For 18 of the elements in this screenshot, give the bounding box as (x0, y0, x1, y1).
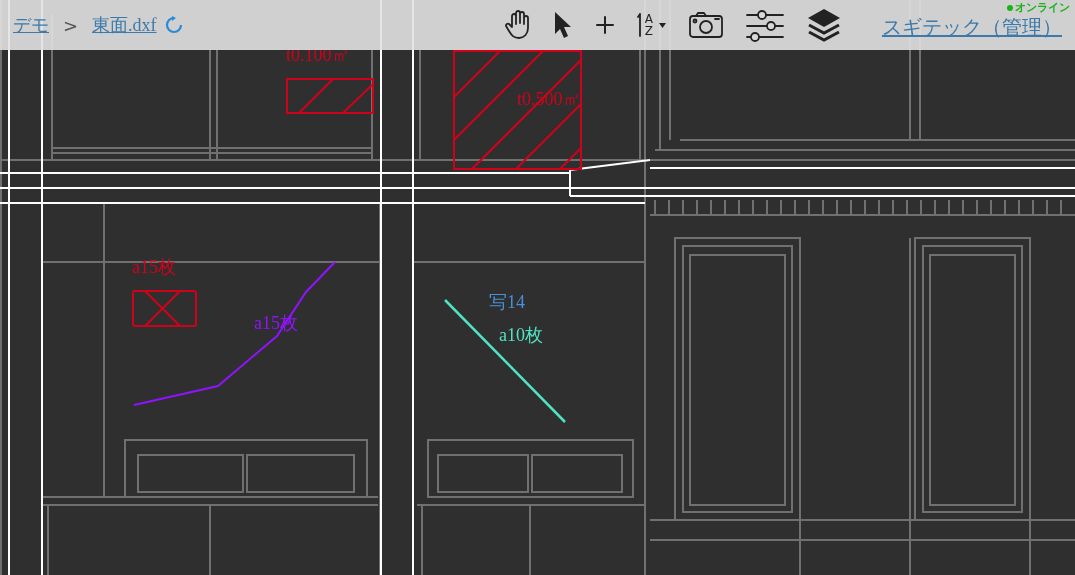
markup-label: 写14 (489, 293, 525, 311)
breadcrumb-separator: > (63, 13, 79, 38)
markup-label: t0.100㎡ (286, 46, 350, 64)
sliders-icon[interactable] (746, 7, 784, 43)
pointer-icon[interactable] (552, 10, 573, 40)
markup-label: a10枚 (499, 326, 543, 344)
caret-icon (659, 22, 666, 28)
arrow-icon (636, 12, 643, 38)
user-link[interactable]: スギテック（管理） (882, 12, 1062, 42)
markup-label: a15枚 (132, 258, 176, 276)
hand-icon[interactable] (504, 10, 531, 40)
layers-icon[interactable] (806, 7, 842, 43)
status-text: オンライン (1015, 1, 1070, 14)
plus-icon[interactable] (594, 15, 615, 35)
sort-button[interactable]: A Z (636, 12, 666, 38)
camera-icon[interactable] (688, 10, 724, 40)
breadcrumb-link[interactable]: 東面.dxf (92, 11, 157, 39)
breadcrumb-link[interactable]: デモ (13, 11, 49, 39)
